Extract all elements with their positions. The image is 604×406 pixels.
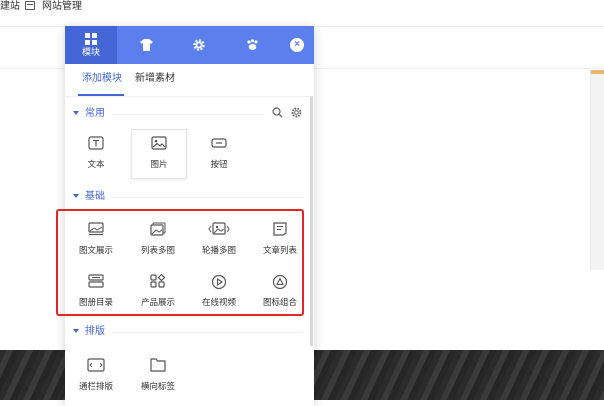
section-common-title: 常用 xyxy=(85,108,105,119)
module-fullwidth[interactable]: 通栏排版 xyxy=(69,352,123,400)
settings-icon[interactable] xyxy=(291,107,302,118)
section-divider xyxy=(113,114,263,115)
manage-icon xyxy=(25,1,35,10)
section-basic-title: 基础 xyxy=(85,191,105,202)
image-icon xyxy=(151,136,167,150)
module-image-label: 图片 xyxy=(150,159,168,169)
paw-icon xyxy=(246,39,258,50)
panel-subtabs: 添加模块 新增素材 xyxy=(65,64,314,97)
close-icon[interactable]: × xyxy=(290,38,304,52)
tab-modules[interactable]: 模块 xyxy=(65,26,117,64)
highlight-box xyxy=(56,209,304,316)
tab-settings[interactable] xyxy=(173,26,225,64)
module-image[interactable]: 图片 xyxy=(131,129,187,179)
module-fullwidth-label: 通栏排版 xyxy=(78,381,113,391)
tab-modules-label: 模块 xyxy=(81,47,100,57)
section-layout-title: 排版 xyxy=(85,326,105,337)
section-divider xyxy=(113,332,303,333)
section-basic[interactable]: 基础 xyxy=(73,191,105,203)
top-bar: 建站 网站管理 xyxy=(0,0,604,27)
subtab-add-module[interactable]: 添加模块 xyxy=(82,72,122,86)
module-text-label: 文本 xyxy=(87,159,105,169)
module-button[interactable]: 按钮 xyxy=(192,130,246,178)
tab-theme[interactable] xyxy=(120,26,172,64)
shirt-icon xyxy=(139,39,153,51)
module-button-label: 按钮 xyxy=(210,159,228,169)
caret-down-icon xyxy=(73,329,79,334)
gear-icon xyxy=(193,39,205,51)
panel-tab-bar: 模块 × xyxy=(65,26,314,64)
fullwidth-icon xyxy=(87,358,105,372)
text-icon xyxy=(88,136,104,150)
tabs-icon xyxy=(150,358,166,372)
panel-scrollbar[interactable] xyxy=(310,96,313,346)
site-build-label[interactable]: 建站 xyxy=(0,0,20,14)
preview-accent xyxy=(591,70,604,74)
section-layout[interactable]: 排版 xyxy=(73,326,105,338)
grid-icon xyxy=(85,33,97,45)
subtab-underline xyxy=(78,94,124,96)
section-divider xyxy=(113,197,303,198)
module-tabs[interactable]: 横向标签 xyxy=(131,352,185,400)
caret-down-icon xyxy=(73,194,79,199)
module-tabs-label: 横向标签 xyxy=(140,381,175,391)
button-icon xyxy=(211,138,227,148)
subtab-new-material[interactable]: 新增素材 xyxy=(135,72,175,86)
caret-down-icon xyxy=(73,111,79,116)
page-preview-edge xyxy=(590,70,604,270)
search-icon[interactable] xyxy=(272,107,283,118)
module-text[interactable]: 文本 xyxy=(69,130,123,178)
section-common[interactable]: 常用 xyxy=(73,108,105,120)
site-manage-label[interactable]: 网站管理 xyxy=(42,0,82,14)
tab-extras[interactable] xyxy=(226,26,278,64)
